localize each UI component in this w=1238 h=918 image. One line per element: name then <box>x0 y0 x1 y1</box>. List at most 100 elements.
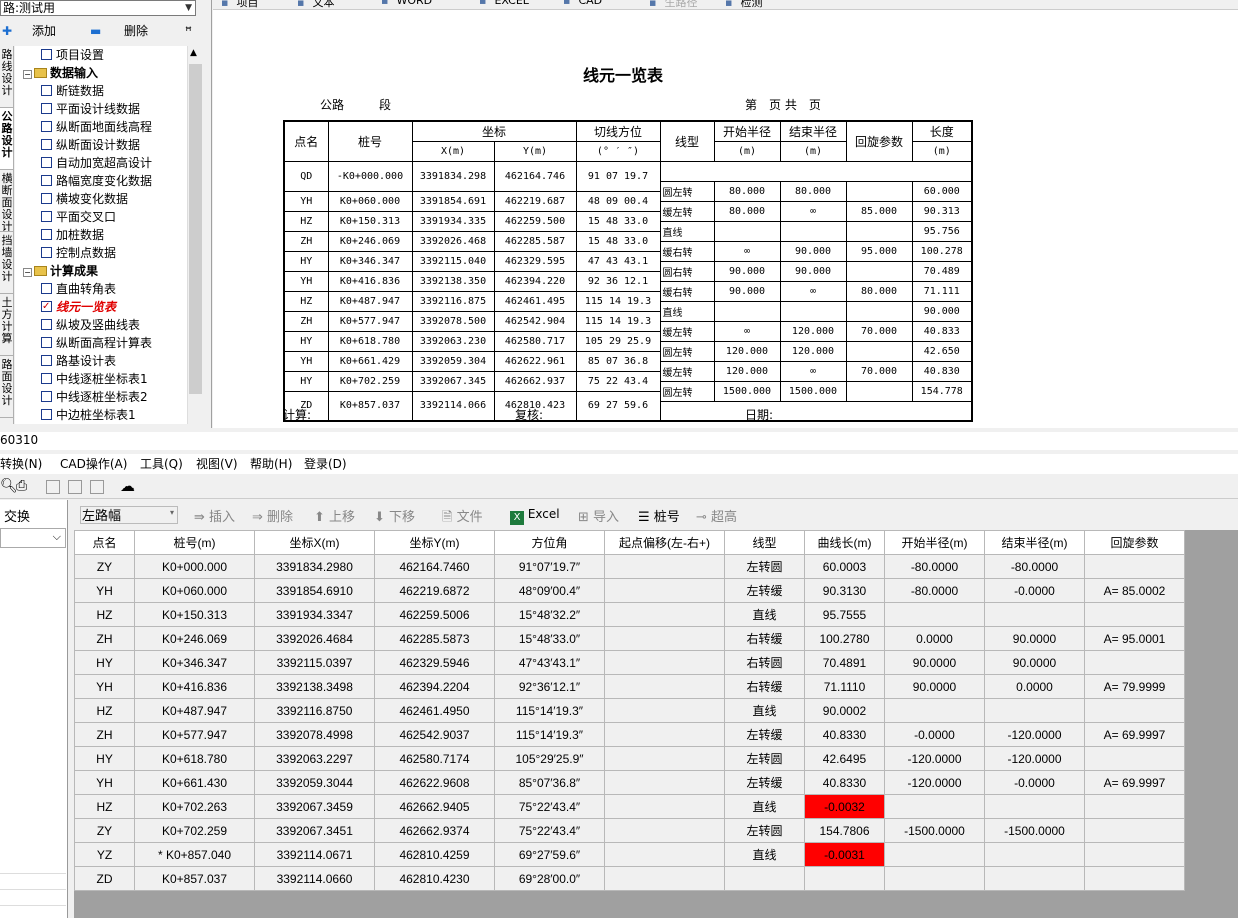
expand-icon[interactable]: − <box>23 268 32 277</box>
tree-item[interactable]: 平面交叉口 <box>41 208 116 226</box>
grid-cell[interactable]: ZD <box>74 866 135 891</box>
grid-cell[interactable] <box>604 770 725 795</box>
grid-cell[interactable] <box>1084 818 1185 843</box>
grid-cell[interactable]: -120.0000 <box>984 746 1085 771</box>
grid-cell[interactable]: 462285.5873 <box>374 626 495 651</box>
grid-cell[interactable] <box>604 794 725 819</box>
grid-cell[interactable]: K0+000.000 <box>134 554 255 579</box>
table-row[interactable]: ZH K0+246.069 3392026.4684 462285.5873 15°48… <box>74 626 1185 651</box>
grid-cell[interactable]: 3392067.3451 <box>254 818 375 843</box>
move-down-button[interactable]: ⬇ 下移 <box>374 506 415 525</box>
cloud-download-icon[interactable]: ☁ <box>120 477 135 495</box>
grid-cell[interactable]: 40.8330 <box>804 722 885 747</box>
grid-cell[interactable]: -0.0000 <box>984 770 1085 795</box>
checkbox-icon[interactable] <box>41 391 52 402</box>
layout-up-icon[interactable] <box>90 480 104 494</box>
checkbox-icon[interactable] <box>41 211 52 222</box>
insert-button[interactable]: ⇛ 插入 <box>194 506 235 525</box>
grid-cell[interactable]: 69°27′59.6″ <box>494 842 605 867</box>
report-toolbar-2[interactable]: ▪ WORD <box>381 0 432 7</box>
tree-item[interactable]: 加桩数据 <box>41 226 104 244</box>
report-toolbar-3[interactable]: ▪ EXCEL <box>479 0 529 7</box>
report-toolbar-5[interactable]: ▪ 生路径 <box>649 0 697 9</box>
table-row[interactable]: ZD K0+857.037 3392114.0660 462810.4230 69°28… <box>74 866 1185 891</box>
grid-cell[interactable]: 95.7555 <box>804 602 885 627</box>
tree-item[interactable]: 纵坡及竖曲线表 <box>41 316 140 334</box>
grid-cell[interactable] <box>1084 794 1185 819</box>
menu-item-4[interactable]: 帮助(H) <box>250 454 292 474</box>
grid-cell[interactable]: 154.7806 <box>804 818 885 843</box>
file-button[interactable]: 🗎︎ 文件 <box>442 506 483 530</box>
grid-cell[interactable]: 71.1110 <box>804 674 885 699</box>
grid-cell[interactable]: -80.0000 <box>984 554 1085 579</box>
table-row[interactable]: ZY K0+702.259 3392067.3451 462662.9374 75°22… <box>74 818 1185 843</box>
excel-button[interactable]: X Excel <box>510 507 560 525</box>
grid-cell[interactable]: K0+661.430 <box>134 770 255 795</box>
grid-cell[interactable]: -80.0000 <box>884 578 985 603</box>
table-row[interactable]: ZY K0+000.000 3391834.2980 462164.7460 91°07… <box>74 554 1185 579</box>
grid-cell[interactable]: 0.0000 <box>984 674 1085 699</box>
grid-cell[interactable]: 462810.4230 <box>374 866 495 891</box>
road-select[interactable]: 路:测试用 ▼ <box>0 0 196 16</box>
grid-cell[interactable]: 3391854.6910 <box>254 578 375 603</box>
grid-cell[interactable]: 右转圆 <box>724 650 805 675</box>
grid-cell[interactable] <box>1084 746 1185 771</box>
grid-cell[interactable]: -120.0000 <box>884 770 985 795</box>
grid-cell[interactable]: K0+150.313 <box>134 602 255 627</box>
grid-cell[interactable]: 90.0000 <box>884 650 985 675</box>
grid-header[interactable]: 结束半径(m) <box>984 530 1085 555</box>
checkbox-icon[interactable] <box>41 229 52 240</box>
menu-item-5[interactable]: 登录(D) <box>304 454 347 474</box>
grid-cell[interactable]: 0.0000 <box>884 626 985 651</box>
grid-header[interactable]: 起点偏移(左-右+) <box>604 530 725 555</box>
grid-cell[interactable]: 左转圆 <box>724 554 805 579</box>
grid-cell[interactable] <box>884 794 985 819</box>
grid-cell[interactable]: 69°28′00.0″ <box>494 866 605 891</box>
grid-cell[interactable]: HZ <box>74 602 135 627</box>
grid-cell[interactable]: K0+577.947 <box>134 722 255 747</box>
station-button[interactable]: ☰ 桩号 <box>638 506 680 525</box>
grid-cell[interactable]: 直线 <box>724 794 805 819</box>
grid-cell[interactable]: -0.0000 <box>984 578 1085 603</box>
grid-cell[interactable]: 90.3130 <box>804 578 885 603</box>
grid-cell[interactable]: -0.0032 <box>804 794 885 819</box>
tree-item[interactable]: 中线逐桩坐标表1 <box>41 370 148 388</box>
grid-cell[interactable]: 左转缓 <box>724 770 805 795</box>
grid-cell[interactable] <box>604 842 725 867</box>
table-row[interactable]: HY K0+618.780 3392063.2297 462580.7174 105°2… <box>74 746 1185 771</box>
grid-cell[interactable]: 462259.5006 <box>374 602 495 627</box>
grid-cell[interactable] <box>1084 842 1185 867</box>
tree-item[interactable]: 平面设计线数据 <box>41 100 140 118</box>
grid-cell[interactable]: 左转圆 <box>724 818 805 843</box>
grid-cell[interactable]: 462622.9608 <box>374 770 495 795</box>
grid-cell[interactable] <box>1084 602 1185 627</box>
grid-cell[interactable] <box>604 722 725 747</box>
grid-cell[interactable] <box>984 698 1085 723</box>
expand-icon[interactable]: − <box>23 70 32 79</box>
grid-header[interactable]: 坐标Y(m) <box>374 530 495 555</box>
grid-cell[interactable]: 15°48′32.2″ <box>494 602 605 627</box>
vtab-5[interactable]: 路面设计 <box>0 356 13 418</box>
checkbox-icon[interactable] <box>41 298 52 316</box>
grid-cell[interactable] <box>604 746 725 771</box>
grid-cell[interactable]: -0.0000 <box>884 722 985 747</box>
tree-item[interactable]: − 计算成果 <box>23 262 98 280</box>
grid-cell[interactable]: 115°14′19.3″ <box>494 722 605 747</box>
grid-cell[interactable] <box>884 842 985 867</box>
print-icon[interactable]: ⎙ <box>16 478 27 494</box>
grid-cell[interactable]: K0+346.347 <box>134 650 255 675</box>
grid-cell[interactable]: 90.0000 <box>884 674 985 699</box>
grid-cell[interactable]: 462461.4950 <box>374 698 495 723</box>
grid-cell[interactable]: 左转圆 <box>724 746 805 771</box>
grid-header[interactable]: 方位角 <box>494 530 605 555</box>
checkbox-icon[interactable] <box>41 85 52 96</box>
grid-cell[interactable] <box>1084 554 1185 579</box>
grid-cell[interactable]: 90.0000 <box>984 626 1085 651</box>
grid-cell[interactable]: HY <box>74 746 135 771</box>
delete-row-button[interactable]: ⇒ 删除 <box>252 506 293 525</box>
left-pane-select[interactable]: ⌵ <box>0 528 66 548</box>
table-row[interactable]: YH K0+416.836 3392138.3498 462394.2204 92°36… <box>74 674 1185 699</box>
tree-item[interactable]: 横坡变化数据 <box>41 190 128 208</box>
checkbox-icon[interactable] <box>41 157 52 168</box>
grid-cell[interactable]: -1500.0000 <box>884 818 985 843</box>
